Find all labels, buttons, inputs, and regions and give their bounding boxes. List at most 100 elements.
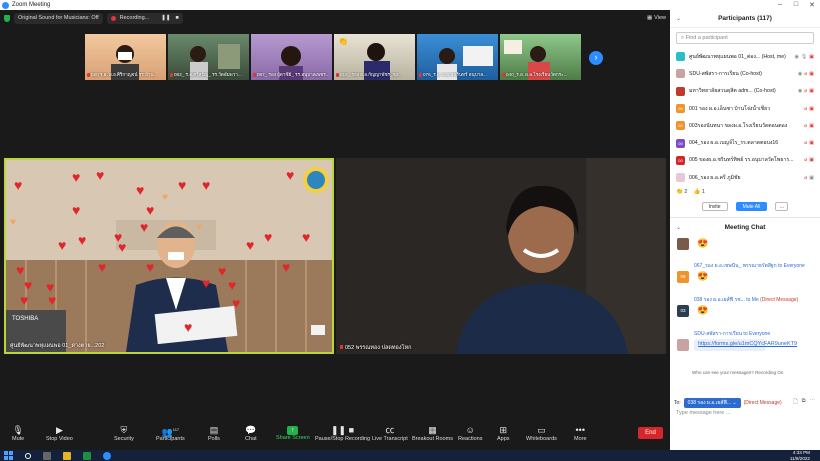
video-off-icon[interactable]: ▣ (809, 123, 814, 129)
svg-text:♥: ♥ (246, 237, 254, 253)
live-transcript-button[interactable]: ㏄ Live Transcript (372, 424, 408, 442)
apps-icon: ⊞ (499, 425, 508, 435)
svg-text:♥: ♥ (58, 237, 66, 253)
stop-video-button[interactable]: ▶ Stop Video (46, 424, 73, 442)
security-shield-icon[interactable] (4, 14, 10, 22)
gallery-tile[interactable]: 👏 015_ รอง ผ.อ.กัญญาพัชร_ซุง... (334, 34, 415, 80)
video-off-icon[interactable]: ▣ (809, 54, 814, 60)
recipient-dropdown[interactable]: 038 รอง ผ.อ.เยส์ฟี... ⌄ (683, 398, 741, 408)
breakout-rooms-icon: ▦ (428, 425, 437, 435)
participant-row[interactable]: 00 005 ของผ.อ.ชรินทร์ทิพย์ รร.อนุบาลวัดโพ… (670, 152, 820, 169)
participant-video-tile[interactable]: 052 พรรณทอง ปลดทองโหก (336, 158, 666, 354)
zoom-taskbar-icon[interactable] (103, 451, 111, 460)
view-button[interactable]: ▦ View (647, 15, 666, 21)
mute-button[interactable]: 🎙 Mute (12, 424, 24, 442)
end-meeting-button[interactable]: End (638, 427, 663, 439)
gallery-tile[interactable]: 087_ รอง ผู้ตาซีย์_ รร.อนุบาลเพชร... (251, 34, 332, 80)
zoom-meeting-window: Zoom Meeting – □ ✕ Original Sound for Mu… (0, 0, 820, 461)
video-off-icon[interactable]: ▣ (809, 140, 814, 146)
active-speaker-tile[interactable]: TOSHIBA ♥ ♥ ♥ ♥ ♥ ♥ ♥ ♥ ♥ ♥ ♥ ♥ ♥ ♥ ♥ ♥ ♥ ♥ ♥ ♥ ♥ ♥ ♥ ♥ … (4, 158, 334, 354)
polls-button[interactable]: ▤ Polls (208, 424, 220, 442)
video-on-icon: ◉ (797, 88, 803, 95)
pause-recording-icon[interactable]: ❚❚ (161, 15, 170, 21)
chat-link[interactable]: https://forms.gle/u1mCQYcFAR9uneKT9 (694, 339, 797, 351)
mic-muted-icon[interactable]: ⌀ (804, 175, 807, 181)
collapse-chevron-icon[interactable]: ⌄ (676, 15, 681, 22)
svg-text:♥: ♥ (72, 169, 80, 185)
more-button[interactable]: ••• More (574, 424, 587, 442)
participant-search-input[interactable]: ⌕ Find a participant (676, 32, 814, 44)
gallery-tile-name: 087_ รอง ผู้ตาซีย์_ รร.อนุบาลเพชร... (253, 72, 330, 79)
next-page-arrow-icon[interactable]: › (589, 51, 603, 65)
muted-mic-icon (336, 72, 339, 77)
video-on-icon[interactable]: ▣ (809, 175, 814, 181)
mic-muted-icon[interactable]: ⌀ (804, 71, 807, 77)
video-off-icon[interactable]: ▣ (809, 106, 814, 112)
reactions-button[interactable]: ☺ Reactions (458, 424, 482, 442)
more-options-button[interactable]: … (775, 201, 789, 211)
gallery-tile[interactable]: 020 ร.อ. ผ.อ.ศิริกาญจน์ รร.บ้าน... (85, 34, 166, 80)
share-screen-button[interactable]: ↑ Share Screen (276, 424, 310, 441)
minimize-button[interactable]: – (772, 1, 788, 9)
svg-text:♥: ♥ (96, 167, 104, 183)
video-off-icon[interactable]: ▣ (809, 88, 814, 94)
chat-message-text: 😍 (697, 271, 709, 282)
invite-button[interactable]: Invite (701, 201, 728, 211)
apps-button[interactable]: ⊞ Apps (497, 424, 510, 442)
whiteboards-button[interactable]: ▭ Whiteboards (526, 424, 557, 442)
who-can-see-notice[interactable]: Who can see your messages? Recording On (692, 370, 783, 375)
original-sound-toggle[interactable]: Original Sound for Musicians: Off (14, 12, 103, 24)
windows-start-icon[interactable] (4, 451, 13, 460)
security-button[interactable]: ⛨ Security (114, 424, 134, 442)
gallery-tile[interactable]: 076_ร.อ. ผ.อ.พัชรินทร์ อนุบาล... (417, 34, 498, 80)
gallery-tile[interactable]: 040_ร.อ. ผ.อ.โรงเรียนวัดกระ... (500, 34, 581, 80)
search-icon[interactable] (25, 452, 31, 459)
pause-stop-recording-button[interactable]: ❚❚ ■ Pause/Stop Recording (315, 424, 370, 442)
video-off-icon[interactable]: ▣ (809, 157, 814, 163)
chat-message-input[interactable]: Type message here ... (676, 410, 730, 416)
file-icon[interactable]: 🗋 (793, 398, 797, 407)
task-view-icon[interactable] (43, 451, 51, 460)
gallery-tile[interactable]: 083_ ร.อ.ศรีสุปัญ_ รร.วัดอัมพวา... (168, 34, 249, 80)
close-window-button[interactable]: ✕ (804, 1, 820, 9)
breakout-rooms-button[interactable]: ▦ Breakout Rooms (412, 424, 453, 442)
thumbs-up-reaction-count: 👍 1 (693, 189, 705, 196)
participant-row[interactable]: 00 004_รอง ผ.อ.เบญจ์ไร_รร.ตลาดตอบง16 ⌀ ▣ (670, 134, 820, 151)
participants-icon: 👥117 (161, 427, 180, 437)
mute-all-button[interactable]: Mute All (735, 201, 768, 211)
mic-muted-icon[interactable]: ⌀ (804, 140, 807, 146)
stop-recording-icon[interactable]: ■ (175, 15, 178, 21)
mic-muted-icon[interactable]: ⌀ (804, 123, 807, 129)
participants-button[interactable]: 👥117 Participants (156, 424, 185, 442)
gallery-tile-name: 020 ร.อ. ผ.อ.ศิริกาญจน์ รร.บ้าน... (87, 72, 164, 79)
video-off-icon[interactable]: ▣ (809, 71, 814, 77)
more-dots-icon[interactable]: ⋯ (810, 398, 816, 407)
muted-mic-icon (87, 72, 90, 77)
participant-row[interactable]: มหาวิทยาลัยสวนดุสิต adm... (Co-host) ◉ ⌀ ▣ (670, 83, 820, 100)
mic-muted-icon[interactable]: ⌀ (804, 157, 807, 163)
participants-title: Participants (117) (718, 15, 772, 22)
chat-button[interactable]: 💬 Chat (245, 424, 257, 442)
mic-muted-icon[interactable]: ⌀ (804, 106, 807, 112)
participant-row[interactable]: SDU-สพัสรา-การเรียน (Co-host) ◉ ⌀ ▣ (670, 65, 820, 82)
recording-label: Recording... (119, 15, 150, 21)
participant-row[interactable]: 00 001 รอง ผ.อ.เอ็นซา บ้านโจ่งน้ำเชียว ⌀ ▣ (670, 100, 820, 117)
svg-text:♥: ♥ (302, 229, 310, 245)
side-panel: ⌄ Participants (117) ⌕ Find a participan… (670, 10, 820, 450)
excel-icon[interactable] (83, 451, 91, 460)
participant-row[interactable]: ศูนย์พัฒนาพหุแผนพอ 01_ต่อง... (Host, me)… (670, 48, 820, 65)
mic-on-icon[interactable]: 🎙 (801, 54, 807, 60)
maximize-button[interactable]: □ (788, 1, 804, 9)
chat-sender: SDU-สพัสรา-การเรียน to Everyone (694, 331, 771, 338)
mic-muted-icon[interactable]: ⌀ (804, 88, 807, 94)
avatar: 03 (677, 305, 689, 318)
collapse-chevron-icon[interactable]: ⌄ (676, 224, 681, 231)
chat-recipient-row: To: 038 รอง ผ.อ.เยส์ฟี... ⌄ (Direct Mess… (674, 398, 782, 408)
system-clock[interactable]: 4:33 PM 11/9/2022 (790, 450, 810, 461)
screenshot-icon[interactable]: ⧉ (802, 398, 806, 407)
participant-row[interactable]: 006_รอง ผ.อ.ครี ภูมิชัย ⌀ ▣ (670, 169, 820, 186)
file-explorer-icon[interactable] (63, 451, 71, 460)
participant-row[interactable]: 00 003รองนันทนา ของผ.อ.โรงเรียนวัดตอนตอง ⌀… (670, 117, 820, 134)
smiley-icon: ☺ (465, 425, 475, 435)
share-screen-icon: ↑ (287, 426, 299, 435)
